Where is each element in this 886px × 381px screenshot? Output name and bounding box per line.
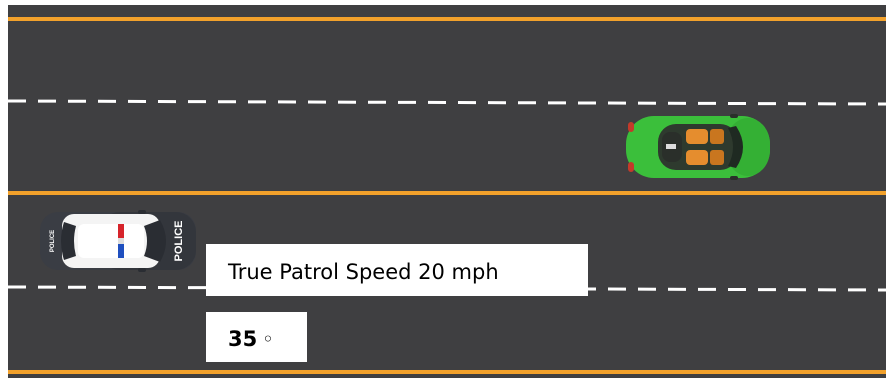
road-scene: POLICE POLICE xyxy=(7,5,886,378)
patrol-speed-text: True Patrol Speed 20 mph xyxy=(228,260,499,284)
center-divider-line xyxy=(8,191,886,195)
police-trunk-text: POLICE xyxy=(50,230,56,252)
angle-degree-symbol: ◦ xyxy=(262,327,274,351)
green-convertible-icon xyxy=(626,114,770,180)
angle-label: 35 ◦ xyxy=(206,312,307,362)
angle-value: 35 xyxy=(228,327,258,351)
top-edge-line xyxy=(8,17,886,21)
patrol-speed-label: True Patrol Speed 20 mph xyxy=(206,244,588,296)
bottom-edge-line xyxy=(8,370,886,374)
police-hood-text: POLICE xyxy=(173,221,185,262)
police-car-icon: POLICE POLICE xyxy=(40,210,196,272)
